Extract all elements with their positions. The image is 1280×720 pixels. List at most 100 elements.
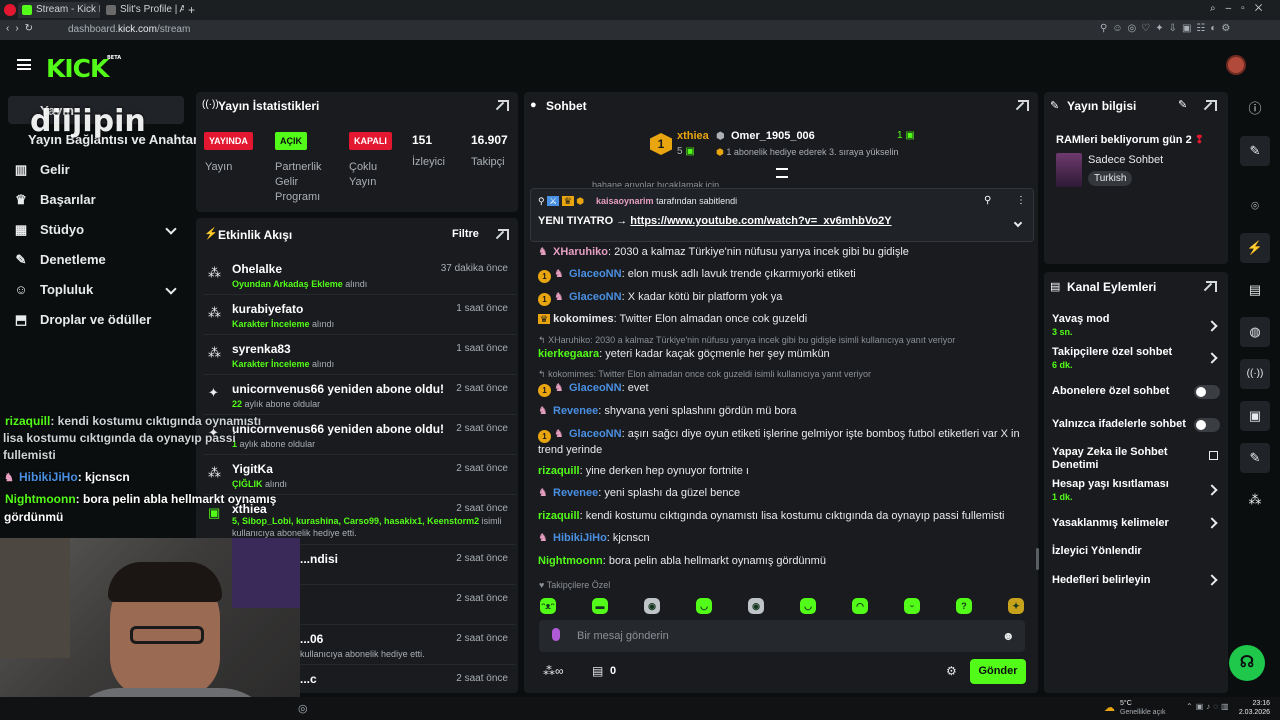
user-avatar[interactable]	[1226, 55, 1246, 75]
pinned-by-user[interactable]: kaisaoynarim	[596, 196, 654, 206]
layout-icon[interactable]: ▣	[1240, 401, 1270, 431]
community-icon[interactable]: ⁂∞	[543, 664, 564, 678]
action-followers-only[interactable]: Takipçilere özel sohbet	[1052, 346, 1222, 359]
activity-user[interactable]: kurabiyefato	[232, 302, 303, 316]
emote-icon[interactable]: ▬	[592, 598, 608, 614]
wrench-icon[interactable]: ✎	[1240, 443, 1270, 473]
chat-user[interactable]: GlaceoNN	[569, 382, 622, 394]
external-link-icon[interactable]	[1209, 451, 1218, 460]
kick-logo[interactable]: KICK BETA	[46, 54, 121, 83]
bolt-icon[interactable]: ⚡	[1240, 233, 1270, 263]
more-options-icon[interactable]: ⋮	[1016, 195, 1026, 206]
chat-user[interactable]: GlaceoNN	[569, 291, 622, 303]
send-button[interactable]: Gönder	[970, 659, 1026, 684]
chat-user[interactable]: Nightmoonn	[538, 555, 603, 567]
info-icon[interactable]: ⓘ	[1240, 94, 1270, 124]
nav-buttons-icon[interactable]: ‹›↻	[6, 23, 39, 34]
emote-icon[interactable]: ◡	[800, 598, 816, 614]
activity-user[interactable]: unicornvenus66 yeniden abone oldu!	[232, 422, 444, 436]
expand-icon[interactable]	[1018, 100, 1029, 111]
emote-icon[interactable]: ᵔᴥᵔ	[540, 598, 556, 614]
chat-settings-icon[interactable]: ⚙	[946, 664, 957, 678]
sidebar-item-community[interactable]: ☺ Topluluk	[14, 279, 93, 301]
sidebar-item-income[interactable]: ▥ Gelir	[14, 159, 70, 181]
chat-user[interactable]: Revenee	[553, 405, 598, 417]
category-name[interactable]: Sadece Sohbet	[1088, 154, 1163, 166]
second-gifter-name[interactable]: Omer_1905_006	[731, 130, 815, 142]
top-gifter-name[interactable]: xthiea	[677, 130, 709, 142]
activity-user[interactable]: unicornvenus66 yeniden abone oldu!	[232, 382, 444, 396]
chat-icon[interactable]: ◍	[1240, 317, 1270, 347]
extension-icons[interactable]: ⚲☺◎♡✦⇩▣☷◐⚙	[1100, 23, 1235, 34]
expand-icon[interactable]	[498, 100, 509, 111]
collapse-pinned-icon[interactable]	[776, 168, 788, 178]
emote-icon[interactable]: ✦	[1008, 598, 1024, 614]
emotes-only-toggle[interactable]	[1194, 418, 1220, 432]
emoji-icon[interactable]: ☻	[1002, 629, 1015, 643]
expand-icon[interactable]	[1206, 100, 1217, 111]
category-thumbnail[interactable]	[1056, 153, 1082, 187]
language-tag[interactable]: Turkish	[1088, 171, 1133, 186]
chevron-down-icon[interactable]	[165, 283, 177, 295]
activity-user[interactable]: syrenka83	[232, 342, 291, 356]
unpin-icon[interactable]: ⚲	[984, 195, 991, 206]
edit-icon[interactable]: ✎	[1178, 98, 1187, 111]
action-account-age[interactable]: Hesap yaşı kısıtlaması	[1052, 478, 1222, 491]
emote-icon[interactable]: ◡	[696, 598, 712, 614]
clock-time: 23:16	[1252, 700, 1270, 707]
action-set-goals[interactable]: Hedefleri belirleyin	[1052, 574, 1222, 587]
activity-user[interactable]: YigitKa	[232, 462, 273, 476]
points-store-icon[interactable]: ▤	[592, 664, 603, 678]
action-banned-words[interactable]: Yasaklanmış kelimeler	[1052, 517, 1222, 530]
hamburger-menu-icon[interactable]	[17, 59, 31, 70]
new-tab-icon[interactable]: +	[188, 3, 195, 17]
action-slow-mode[interactable]: Yavaş mod	[1052, 313, 1222, 326]
tray-icons[interactable]: ⌃▣♪◌▥	[1186, 702, 1232, 711]
community-icon[interactable]: ⁂	[1240, 485, 1270, 515]
emote-icon[interactable]: ◉	[644, 598, 660, 614]
activity-detail: Karakter İnceleme alındı	[232, 319, 334, 329]
pinned-link[interactable]: https://www.youtube.com/watch?v=_xv6mhbV…	[630, 215, 891, 227]
expand-icon[interactable]	[498, 229, 509, 240]
taskbar-app-icon[interactable]: ◎	[298, 702, 308, 715]
camera-icon[interactable]: ⌾	[1240, 191, 1270, 221]
filter-button[interactable]: Filtre	[452, 228, 479, 240]
emote-icon[interactable]: ◠	[852, 598, 868, 614]
activity-user[interactable]: ...c	[300, 672, 317, 686]
chevron-down-icon[interactable]	[165, 223, 177, 235]
emote-icon[interactable]: ◉	[748, 598, 764, 614]
expand-icon[interactable]	[1206, 281, 1217, 292]
activity-reward: ÇIĞLIK	[232, 479, 263, 489]
emote-icon[interactable]: ?	[956, 598, 972, 614]
activity-user[interactable]: ...06	[300, 632, 323, 646]
subscribers-only-toggle[interactable]	[1194, 385, 1220, 399]
chat-user[interactable]: HibikiJiHo	[553, 532, 607, 544]
pencil-icon[interactable]: ✎	[1240, 136, 1270, 166]
chat-user[interactable]: GlaceoNN	[569, 428, 622, 440]
emote-icon[interactable]: ᵕ	[904, 598, 920, 614]
action-ai-moderation[interactable]: Yapay Zeka ile Sohbet Denetimi	[1052, 446, 1172, 472]
chat-scrollbar[interactable]	[1036, 548, 1039, 570]
action-redirect-viewers[interactable]: İzleyici Yönlendir	[1052, 545, 1222, 558]
chat-user[interactable]: Revenee	[553, 487, 598, 499]
chat-user[interactable]: rizaquill	[538, 465, 580, 477]
browser-tab[interactable]: Slit's Profile | Akasha Syst...	[102, 2, 184, 18]
sidebar-item-drops[interactable]: ⬒ Droplar ve ödüller	[14, 309, 151, 331]
url-field[interactable]: dashboard.kick.com/stream	[54, 23, 1094, 37]
chat-user[interactable]: XHaruhiko	[553, 246, 608, 258]
support-button-icon[interactable]: ☊	[1229, 645, 1265, 681]
browser-menu-icon[interactable]	[4, 4, 16, 16]
sidebar-item-studio[interactable]: ▦ Stüdyo	[14, 219, 84, 241]
chat-user[interactable]: kokomimes	[553, 313, 614, 325]
broadcast-icon[interactable]: ((·))	[1240, 359, 1270, 389]
chat-user[interactable]: kierkegaara	[538, 348, 599, 360]
activity-user[interactable]: ...ndisi	[300, 552, 338, 566]
activity-user[interactable]: Ohelalke	[232, 262, 282, 276]
microphone-icon[interactable]	[552, 628, 560, 641]
sidebar-item-achievements[interactable]: ♛ Başarılar	[14, 189, 95, 211]
document-icon[interactable]: ▤	[1240, 275, 1270, 305]
browser-tab-active[interactable]: Stream - Kick Dashboard	[18, 2, 100, 18]
chat-user[interactable]: GlaceoNN	[569, 268, 622, 280]
chat-user[interactable]: rizaquill	[538, 510, 580, 522]
sidebar-item-moderation[interactable]: ✎ Denetleme	[14, 249, 106, 271]
